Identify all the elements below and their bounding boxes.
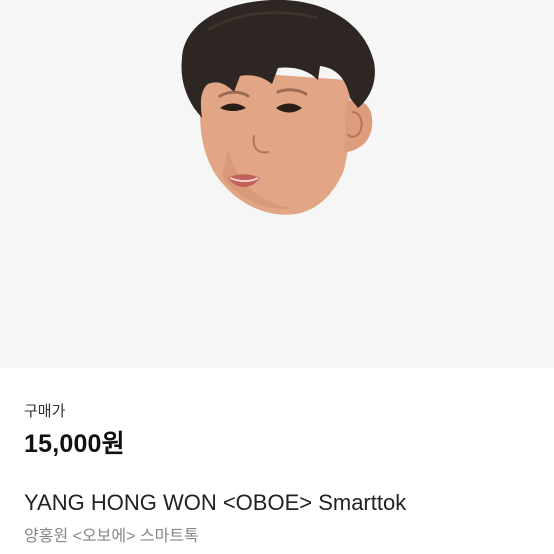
product-photo (181, 0, 375, 215)
product-image-area[interactable] (0, 0, 554, 368)
price-label: 구매가 (24, 403, 66, 420)
product-subtitle: 양홍원 <오보에> 스마트톡 (24, 528, 199, 545)
product-title: YANG HONG WON <OBOE> Smarttok (24, 490, 407, 515)
price-value: 15,000원 (24, 430, 125, 458)
